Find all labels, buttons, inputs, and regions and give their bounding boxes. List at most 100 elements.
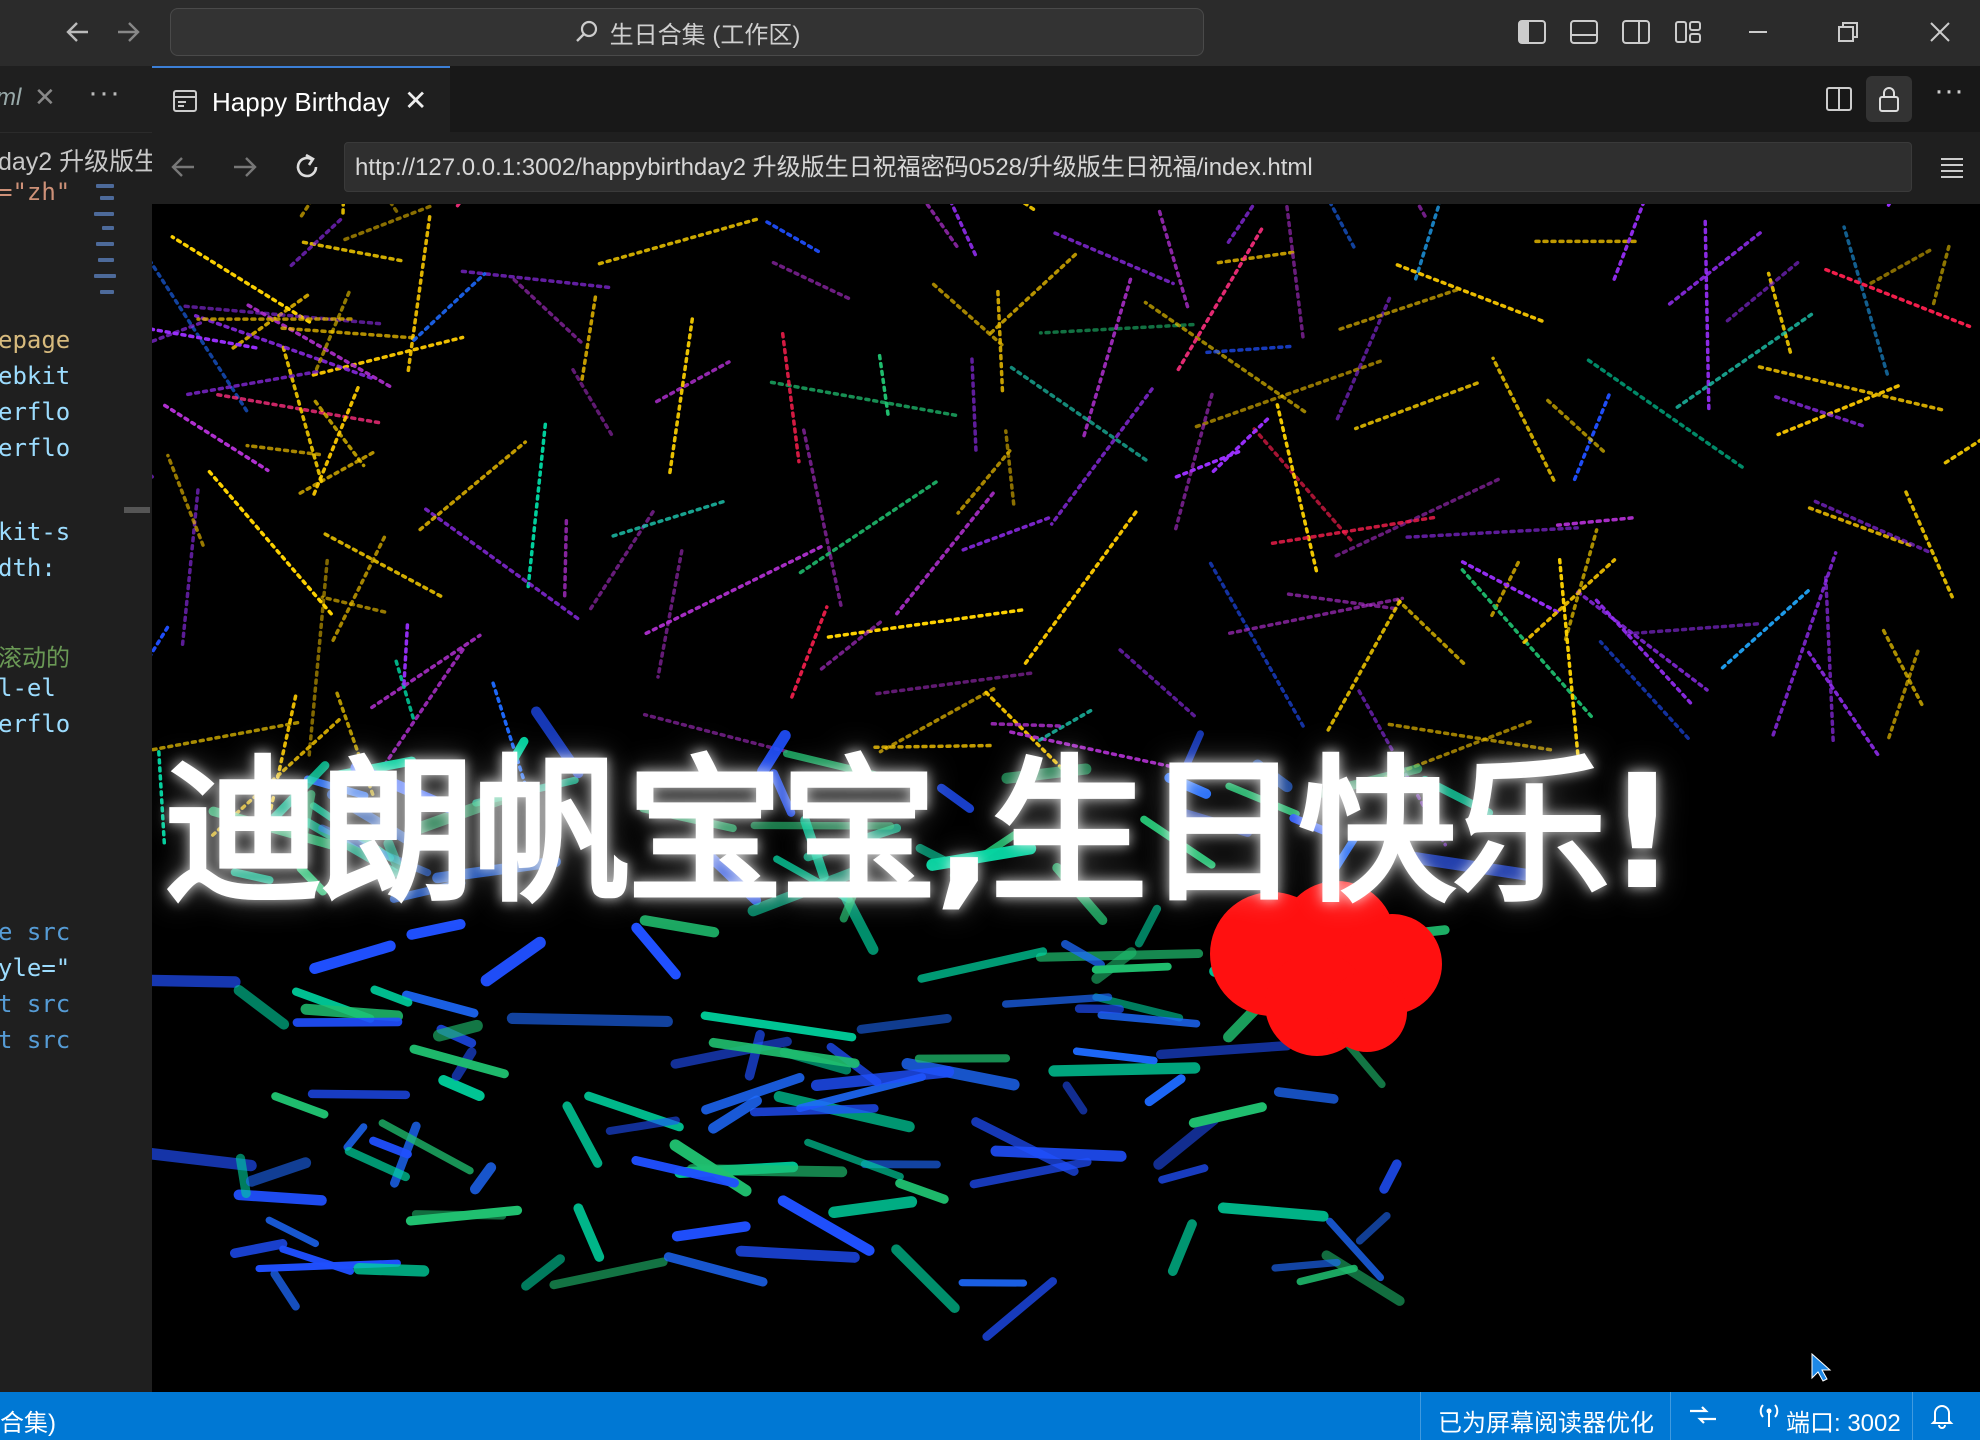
firework-streak xyxy=(1023,507,1140,665)
firework-streak xyxy=(735,1245,860,1263)
code-line: kit-s xyxy=(0,518,71,546)
firework-streak xyxy=(233,1189,327,1206)
search-icon xyxy=(574,19,600,45)
search-label: 生日合集 (工作区) xyxy=(609,21,801,49)
firework-streak xyxy=(370,985,413,1007)
firework-streak xyxy=(823,608,1024,640)
toggle-secondary-sidebar-icon[interactable] xyxy=(1618,14,1654,50)
firework-streak xyxy=(469,1162,497,1195)
code-line: e src xyxy=(0,918,71,946)
toggle-primary-sidebar-icon[interactable] xyxy=(1514,14,1550,50)
firework-streak xyxy=(152,974,241,988)
close-icon[interactable]: ✕ xyxy=(34,82,56,113)
code-line: epage xyxy=(0,326,71,354)
menu-icon[interactable] xyxy=(1938,154,1966,180)
firework-streak xyxy=(549,1257,668,1290)
code-line: ="zh" xyxy=(0,178,71,206)
firework-streak xyxy=(1586,358,1746,470)
firework-streak xyxy=(605,1116,680,1135)
toggle-panel-icon[interactable] xyxy=(1566,14,1602,50)
firework-streak xyxy=(229,1239,288,1259)
browser-tab-bar: Happy Birthday ✕ ··· xyxy=(152,66,1980,134)
firework-streak xyxy=(1048,1062,1201,1077)
firework-streak xyxy=(1174,450,1241,479)
forward-icon[interactable] xyxy=(230,152,260,182)
customize-layout-icon[interactable] xyxy=(1670,14,1706,50)
firework-streak xyxy=(1328,204,1356,249)
status-divider xyxy=(1670,1392,1671,1440)
reload-icon[interactable] xyxy=(292,152,322,182)
firework-streak xyxy=(562,1101,603,1168)
restore-icon[interactable] xyxy=(1830,14,1866,50)
firework-streak xyxy=(1405,526,1579,539)
firework-streak xyxy=(1208,417,1270,477)
forward-arrow-icon[interactable] xyxy=(110,14,146,50)
tab-label: Happy Birthday xyxy=(212,87,390,117)
firework-streak xyxy=(418,440,528,532)
firework-streak xyxy=(343,204,435,242)
workspace-label[interactable]: 合集) xyxy=(0,1403,56,1438)
firework-streak xyxy=(370,633,482,710)
firework-streak xyxy=(438,1075,485,1102)
firework-streak xyxy=(573,1203,605,1262)
screen-reader-status[interactable]: 已为屏幕阅读器优化 xyxy=(1438,1403,1654,1438)
remote-icon[interactable] xyxy=(1688,1402,1718,1428)
firework-streak xyxy=(1226,204,1257,244)
tab-happy-birthday[interactable]: Happy Birthday ✕ xyxy=(152,66,450,134)
firework-streak xyxy=(163,403,270,473)
code-line: ebkit xyxy=(0,362,71,390)
firework-streak xyxy=(1943,438,1980,465)
firework-streak xyxy=(1173,392,1214,532)
firework-streak xyxy=(1275,403,1319,573)
url-input[interactable]: http://127.0.0.1:3002/happybirthday2 升级版… xyxy=(344,142,1912,192)
firework-streak xyxy=(763,218,820,254)
red-firework-burst xyxy=(1327,972,1407,1052)
editor-tab[interactable]: ml ✕ ··· xyxy=(0,66,152,133)
lock-icon[interactable] xyxy=(1866,76,1912,122)
firework-streak xyxy=(1881,627,1924,707)
firework-streak xyxy=(917,947,1048,983)
code-line: erflo xyxy=(0,434,71,462)
firework-streak xyxy=(895,491,995,616)
minimize-icon[interactable] xyxy=(1740,14,1776,50)
firework-streak xyxy=(1867,248,1932,287)
firework-streak xyxy=(506,1012,673,1028)
firework-streak xyxy=(1062,1081,1088,1115)
firework-streak xyxy=(1886,204,1892,207)
editor-tab-label: ml xyxy=(0,84,22,111)
firework-streak xyxy=(186,369,321,397)
firework-streak xyxy=(562,518,569,600)
mouse-cursor-icon xyxy=(1810,1352,1832,1382)
firework-streak xyxy=(1217,1202,1329,1222)
firework-streak xyxy=(989,249,1081,335)
code-line: l-el xyxy=(0,674,56,702)
firework-streak xyxy=(656,549,684,679)
back-arrow-icon[interactable] xyxy=(60,14,96,50)
port-status[interactable]: 端口: 3002 xyxy=(1786,1403,1901,1438)
bell-icon[interactable] xyxy=(1930,1401,1954,1429)
firework-streak xyxy=(580,295,598,382)
firework-streak xyxy=(1158,1164,1209,1184)
breadcrumb[interactable]: day2 升级版生 xyxy=(0,142,152,178)
minimap[interactable] xyxy=(92,178,128,378)
browser-nav-bar: http://127.0.0.1:3002/happybirthday2 升级版… xyxy=(152,132,1980,204)
command-center-search[interactable]: 生日合集 (工作区) xyxy=(170,8,1204,56)
back-icon[interactable] xyxy=(168,152,198,182)
firework-streak xyxy=(771,260,852,301)
firework-streak xyxy=(654,360,731,404)
close-window-icon[interactable] xyxy=(1922,14,1958,50)
more-actions-icon[interactable]: ··· xyxy=(1934,74,1964,108)
close-tab-icon[interactable]: ✕ xyxy=(404,84,427,117)
more-actions-icon[interactable]: ··· xyxy=(88,76,121,110)
webpage-canvas[interactable]: 迪朗帆宝宝,生日快乐! xyxy=(152,204,1980,1392)
code-line: t src xyxy=(0,990,71,1018)
firework-streak xyxy=(412,272,487,342)
firework-streak xyxy=(369,1136,412,1159)
firework-streak xyxy=(1416,204,1427,218)
split-editor-icon[interactable] xyxy=(1824,84,1854,114)
firework-streak xyxy=(1353,381,1479,431)
firework-streak xyxy=(769,380,958,417)
editor-scrollbar[interactable] xyxy=(124,507,150,513)
firework-streak xyxy=(271,1092,329,1119)
firework-streak xyxy=(668,317,695,475)
